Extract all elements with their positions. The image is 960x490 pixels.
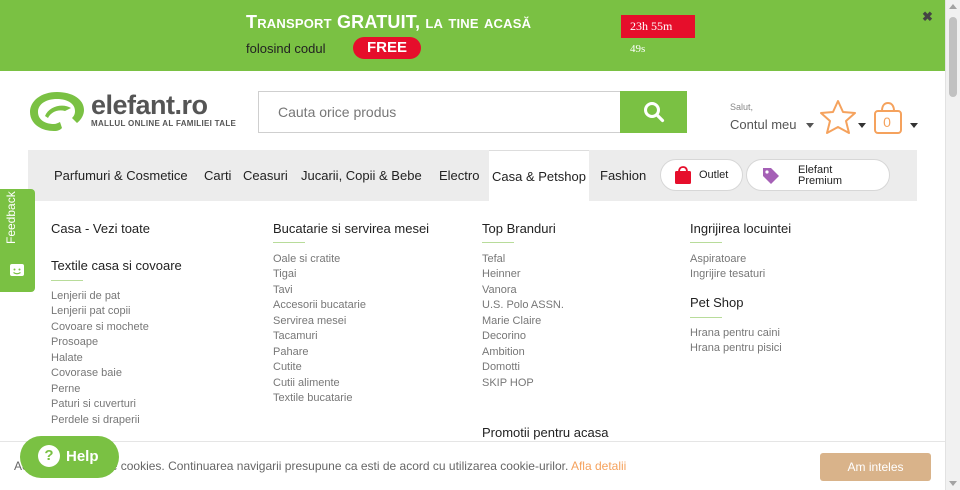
outlet-label: Outlet (699, 169, 729, 181)
heading-underline (51, 280, 83, 281)
countdown-seconds: 49s (630, 43, 646, 55)
nav-item-fashion[interactable]: Fashion (600, 150, 646, 201)
menu-link[interactable]: Marie Claire (482, 315, 541, 327)
menu-link[interactable]: Oale si cratite (273, 253, 340, 265)
scrollbar[interactable] (945, 0, 960, 490)
menu-link[interactable]: Heinner (482, 268, 521, 280)
nav-item-casa-petshop[interactable]: Casa & Petshop (489, 150, 589, 201)
menu-heading-textile[interactable]: Textile casa si covoare (51, 258, 182, 273)
logo-tagline: MALLUL ONLINE AL FAMILIEI TALE (91, 119, 237, 128)
help-label: Help (66, 448, 99, 465)
menu-link[interactable]: U.S. Polo ASSN. (482, 299, 564, 311)
menu-link[interactable]: Perdele si draperii (51, 414, 140, 426)
outlet-button[interactable]: Outlet (660, 159, 743, 191)
account-menu-button[interactable]: Contul meu (730, 117, 796, 132)
heading-underline (482, 242, 514, 243)
cart-count[interactable]: 0 (872, 114, 902, 130)
menu-link[interactable]: Covoare si mochete (51, 321, 149, 333)
promo-banner: Transport GRATUIT, la tine acasă folosin… (0, 0, 945, 71)
menu-link[interactable]: Hrana pentru caini (690, 327, 780, 339)
cart-caret-icon[interactable] (910, 123, 918, 128)
heading-underline (273, 242, 305, 243)
menu-link[interactable]: Tefal (482, 253, 505, 265)
cookie-consent-bar: Acest site foloseste cookies. Continuare… (0, 441, 945, 490)
menu-link[interactable]: Domotti (482, 361, 520, 373)
nav-item-parfumuri[interactable]: Parfumuri & Cosmetice (54, 150, 188, 201)
menu-link[interactable]: Pahare (273, 346, 308, 358)
accept-cookies-button[interactable]: Am inteles (820, 453, 931, 481)
search-input[interactable] (258, 91, 620, 133)
elephant-logo-icon (30, 92, 84, 131)
search-icon (643, 102, 664, 123)
wishlist-star-icon[interactable] (819, 99, 857, 136)
scroll-thumb[interactable] (949, 17, 957, 97)
menu-link[interactable]: Ambition (482, 346, 525, 358)
menu-link[interactable]: Servirea mesei (273, 315, 346, 327)
menu-link[interactable]: Covorase baie (51, 367, 122, 379)
scroll-down-arrow-icon[interactable] (949, 481, 957, 486)
heading-underline (690, 317, 722, 318)
nav-item-jucarii[interactable]: Jucarii, Copii & Bebe (301, 150, 422, 201)
shopping-bag-icon (675, 166, 691, 184)
menu-link[interactable]: Ingrijire tesaturi (690, 268, 765, 280)
menu-link[interactable]: Halate (51, 352, 83, 364)
menu-link[interactable]: Tavi (273, 284, 293, 296)
menu-link[interactable]: Cutite (273, 361, 302, 373)
account-caret-icon[interactable] (806, 123, 814, 128)
tag-icon (763, 168, 779, 184)
menu-link[interactable]: Tacamuri (273, 330, 318, 342)
menu-link[interactable]: Hrana pentru pisici (690, 342, 782, 354)
menu-heading-promotii[interactable]: Promotii pentru acasa (482, 425, 608, 440)
menu-heading-pet-shop[interactable]: Pet Shop (690, 295, 744, 310)
menu-heading-bucatarie[interactable]: Bucatarie si servirea mesei (273, 221, 429, 236)
nav-item-carti[interactable]: Carti (204, 150, 231, 201)
menu-link[interactable]: Cutii alimente (273, 377, 340, 389)
promo-code-badge: FREE (353, 37, 421, 59)
menu-link[interactable]: Prosoape (51, 336, 98, 348)
heading-underline (690, 242, 722, 243)
menu-link[interactable]: Lenjerii pat copii (51, 305, 131, 317)
menu-link[interactable]: Paturi si cuverturi (51, 398, 136, 410)
menu-link[interactable]: Accesorii bucatarie (273, 299, 366, 311)
menu-link[interactable]: Perne (51, 383, 80, 395)
menu-heading-ingrijirea-locuintei[interactable]: Ingrijirea locuintei (690, 221, 791, 236)
menu-link[interactable]: Aspiratoare (690, 253, 746, 265)
logo-text: elefant.ro (91, 90, 208, 120)
scroll-up-arrow-icon[interactable] (949, 4, 957, 9)
greeting-label: Salut, (730, 102, 754, 112)
site-logo[interactable]: elefant.ro MALLUL ONLINE AL FAMILIEI TAL… (27, 88, 242, 136)
promo-title: Transport GRATUIT, la tine acasă (246, 12, 532, 32)
feedback-label: Feedback (4, 191, 18, 244)
menu-link[interactable]: Tigai (273, 268, 296, 280)
mega-menu-dropdown (28, 201, 917, 441)
close-icon[interactable]: ✖ (922, 9, 933, 25)
question-icon: ? (38, 445, 60, 467)
menu-link[interactable]: Vanora (482, 284, 517, 296)
menu-heading-top-branduri[interactable]: Top Branduri (482, 221, 556, 236)
cookie-details-link[interactable]: Afla detalii (571, 459, 626, 473)
menu-link[interactable]: SKIP HOP (482, 377, 534, 389)
premium-label-line2: Premium (798, 175, 843, 187)
menu-link[interactable]: Decorino (482, 330, 526, 342)
countdown-timer: 23h 55m (621, 15, 695, 38)
feedback-tab[interactable]: Feedback (0, 189, 35, 292)
promo-subtitle: folosind codul (246, 41, 326, 56)
elefant-premium-button[interactable]: Elefant Premium (746, 159, 890, 191)
help-button[interactable]: ? Help (20, 436, 119, 478)
nav-item-electro[interactable]: Electro (439, 150, 479, 201)
smiley-icon (10, 264, 24, 276)
wishlist-caret-icon[interactable] (858, 123, 866, 128)
nav-item-ceasuri[interactable]: Ceasuri (243, 150, 288, 201)
search-button[interactable] (620, 91, 687, 133)
menu-heading-casa-vezi-toate[interactable]: Casa - Vezi toate (51, 221, 150, 236)
menu-link[interactable]: Lenjerii de pat (51, 290, 120, 302)
menu-link[interactable]: Textile bucatarie (273, 392, 353, 404)
